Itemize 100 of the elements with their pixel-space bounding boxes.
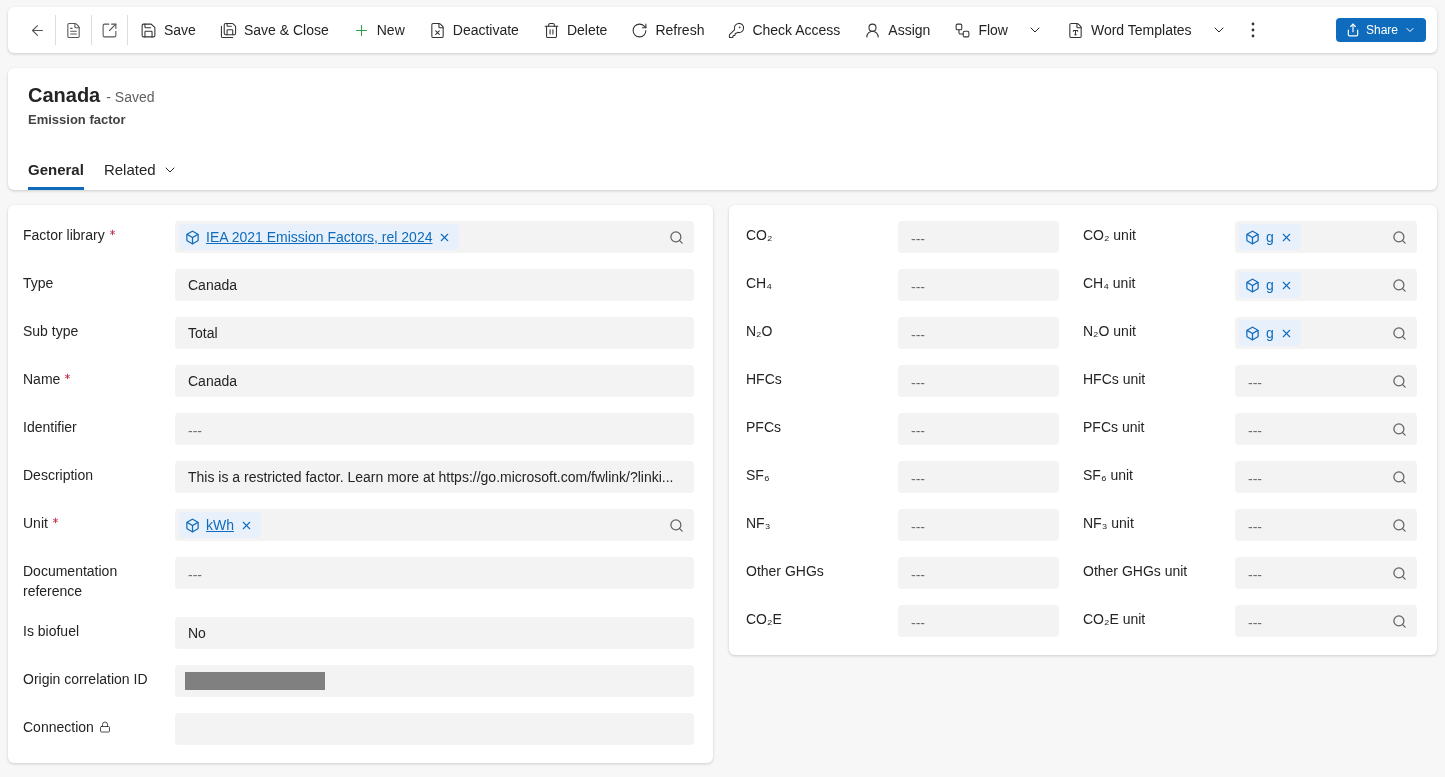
lookup-field[interactable]: g (1235, 317, 1417, 349)
field-label: Documentation reference (23, 562, 119, 601)
trash-icon (542, 21, 560, 39)
input-field[interactable]: --- (898, 365, 1059, 397)
field-label: Description (23, 466, 95, 485)
search-icon[interactable] (1392, 229, 1407, 245)
command-button[interactable]: Deactivate (416, 14, 531, 46)
search-icon[interactable] (1392, 325, 1407, 341)
search-icon[interactable] (1392, 277, 1407, 293)
field-label: HFCs (746, 370, 783, 389)
input-field[interactable]: --- (898, 317, 1059, 349)
field-label: Factor library (23, 221, 175, 245)
record-icon (1245, 277, 1260, 293)
field-label: N₂O unit (1082, 322, 1137, 341)
lookup-field[interactable]: --- (1235, 413, 1417, 445)
field-label: Origin correlation ID (23, 670, 149, 689)
command-button[interactable]: Assign (852, 14, 943, 46)
field-label: CH₄ (746, 274, 773, 293)
lookup-field[interactable]: --- (1235, 365, 1417, 397)
more-icon (1250, 22, 1255, 38)
field-label: PFCs (746, 418, 782, 437)
field-label: N₂O (746, 322, 774, 341)
input-field[interactable] (175, 665, 694, 697)
field-label: Sub type (23, 322, 80, 341)
lookup-field[interactable]: --- (1235, 605, 1417, 637)
command-button[interactable]: Save & Close (207, 14, 341, 46)
record-icon (185, 517, 200, 533)
field-label: Other GHGs unit (1082, 562, 1189, 581)
record-icon (1245, 229, 1260, 245)
save-close-icon (219, 21, 237, 39)
input-field[interactable]: This is a restricted factor. Learn more at https://go.microsoft.com/fwlink/?linki... (175, 461, 694, 493)
input-field[interactable]: --- (175, 413, 694, 445)
field-label: CH₄ unit (1082, 274, 1137, 293)
field-label: CO₂ (746, 226, 774, 245)
search-icon[interactable] (1392, 565, 1407, 581)
word-document-icon (1066, 21, 1084, 39)
field-label: Is biofuel (23, 622, 81, 641)
field-label: HFCs unit (1082, 370, 1147, 389)
input-field[interactable]: Total (175, 317, 694, 349)
lookup-field[interactable]: g (1235, 269, 1417, 301)
input-field[interactable]: Canada (175, 269, 694, 301)
command-button[interactable]: New (340, 14, 417, 46)
input-field[interactable]: --- (898, 509, 1059, 541)
field-label: CO₂E (746, 610, 783, 629)
lookup-link[interactable]: kWh (206, 517, 234, 533)
lookup-field[interactable]: --- (1235, 509, 1417, 541)
lookup-field[interactable]: kWh (175, 509, 694, 541)
search-icon[interactable] (1392, 613, 1407, 629)
lookup-field[interactable]: --- (1235, 557, 1417, 589)
command-button[interactable]: Delete (530, 14, 620, 46)
flow-icon (954, 21, 972, 39)
field-label: Connection (23, 713, 175, 737)
search-icon[interactable] (669, 517, 684, 533)
lookup-field[interactable]: IEA 2021 Emission Factors, rel 2024 (175, 221, 694, 253)
field-label: Identifier (23, 418, 78, 437)
refresh-icon (631, 21, 649, 39)
tab[interactable]: General (28, 153, 84, 190)
field-label: Type (23, 274, 55, 293)
field-label: Name (23, 365, 175, 389)
search-icon[interactable] (1392, 421, 1407, 437)
command-button[interactable]: Save (128, 14, 208, 46)
document-cross-icon (428, 21, 446, 39)
input-field[interactable]: --- (175, 557, 694, 589)
lookup-field[interactable]: --- (1235, 461, 1417, 493)
lookup-link[interactable]: g (1266, 277, 1274, 293)
share-button[interactable]: Share (1335, 18, 1426, 42)
command-button[interactable]: Flow (942, 14, 1055, 46)
input-field[interactable]: No (175, 617, 694, 649)
lookup-field[interactable]: g (1235, 221, 1417, 253)
person-icon (864, 21, 882, 39)
field-label: CO₂ unit (1082, 226, 1137, 245)
key-icon (728, 21, 746, 39)
input-field[interactable]: --- (898, 557, 1059, 589)
lookup-link[interactable]: IEA 2021 Emission Factors, rel 2024 (206, 229, 433, 245)
command-button[interactable]: Word Templates (1054, 14, 1239, 46)
lookup-link[interactable]: g (1266, 229, 1274, 245)
search-icon[interactable] (1392, 469, 1407, 485)
input-field[interactable]: --- (898, 413, 1059, 445)
input-field[interactable]: --- (898, 221, 1059, 253)
command-button[interactable]: Check Access (716, 14, 853, 46)
field-label: NF₃ unit (1082, 514, 1135, 533)
tab[interactable]: Related (103, 153, 178, 190)
pop-out-icon (101, 21, 118, 39)
search-icon[interactable] (1392, 517, 1407, 533)
share-icon (1345, 23, 1360, 37)
save-status: - Saved (106, 89, 155, 105)
field-label: CO₂E unit (1082, 610, 1147, 629)
field-label: Other GHGs (746, 562, 825, 581)
search-icon[interactable] (1392, 373, 1407, 389)
field-label: SF₆ unit (1082, 466, 1134, 485)
lookup-link[interactable]: g (1266, 325, 1274, 341)
input-field[interactable]: Canada (175, 365, 694, 397)
input-field[interactable]: --- (898, 269, 1059, 301)
input-field[interactable]: --- (898, 605, 1059, 637)
record-icon (1245, 325, 1260, 341)
command-button[interactable]: Refresh (619, 14, 717, 46)
search-icon[interactable] (669, 229, 684, 245)
field-label: Unit (23, 509, 175, 533)
input-field[interactable]: --- (898, 461, 1059, 493)
field-label: NF₃ (746, 514, 772, 533)
